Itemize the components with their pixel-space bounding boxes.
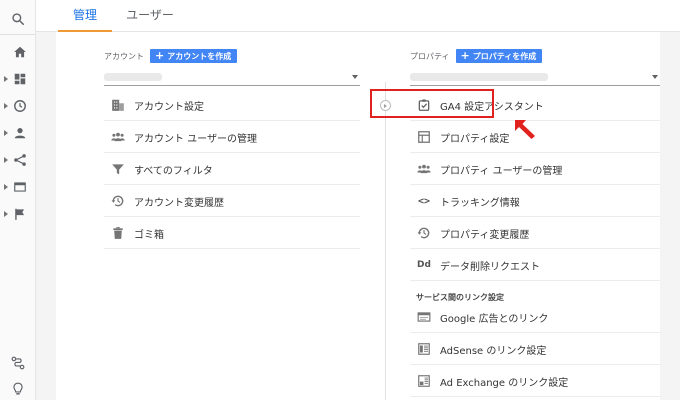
highlight-box: [370, 89, 494, 118]
tracking-info-item[interactable]: <> トラッキング情報: [410, 186, 660, 217]
item-label: データ削除リクエスト: [440, 261, 540, 273]
data-deletion-request-item[interactable]: Dd データ削除リクエスト: [410, 250, 660, 281]
dropdown-arrow-icon: [652, 75, 658, 79]
item-label: アカウント設定: [134, 101, 204, 113]
route-icon: [11, 356, 25, 370]
item-label: Google 広告とのリンク: [440, 313, 549, 325]
person-icon: [14, 128, 26, 139]
adsense-icon: [416, 341, 432, 357]
create-property-label: プロパティを作成: [472, 51, 537, 61]
code-icon: <>: [417, 195, 431, 207]
layout-icon: [416, 129, 432, 145]
account-column: アカウント + アカウントを作成 アカウント設定 アカウント ユーザーの管理 す…: [104, 32, 360, 400]
pointer-arrow-icon: [515, 120, 535, 139]
main-area: 管理 ユーザー アカウント + アカウントを作成 アカウント設定 アカウント ユ…: [36, 0, 680, 400]
tab-users[interactable]: ユーザー: [122, 0, 178, 32]
expand-caret-icon: [4, 157, 8, 163]
account-selector[interactable]: [104, 68, 360, 86]
property-change-history-item[interactable]: プロパティ変更履歴: [410, 218, 660, 249]
tab-admin[interactable]: 管理: [58, 0, 112, 32]
all-filters-item[interactable]: すべてのフィルタ: [104, 154, 360, 185]
account-settings-item[interactable]: アカウント設定: [104, 90, 360, 121]
nav-discover[interactable]: [0, 378, 36, 400]
left-nav: [0, 0, 36, 400]
item-label: アカウント ユーザーの管理: [134, 133, 257, 145]
plus-icon: +: [460, 49, 470, 62]
column-divider: [385, 82, 386, 400]
nav-conversions[interactable]: [0, 203, 36, 225]
ads-icon: [416, 309, 432, 325]
expand-caret-icon: [4, 184, 8, 190]
home-icon: [14, 46, 26, 58]
account-name-redacted: [104, 73, 162, 81]
trash-icon: [110, 225, 126, 241]
clock-icon: [14, 100, 26, 112]
admin-panel: アカウント + アカウントを作成 アカウント設定 アカウント ユーザーの管理 す…: [56, 32, 660, 400]
item-label: プロパティ ユーザーの管理: [440, 165, 563, 177]
history-icon: [416, 225, 432, 241]
property-header: プロパティ + プロパティを作成: [410, 48, 543, 64]
nav-home[interactable]: [0, 41, 36, 63]
item-label: ゴミ箱: [134, 229, 164, 241]
account-user-management-item[interactable]: アカウント ユーザーの管理: [104, 122, 360, 153]
dd-icon: Dd: [417, 260, 431, 270]
create-property-button[interactable]: + プロパティを作成: [455, 49, 543, 63]
account-change-history-item[interactable]: アカウント変更履歴: [104, 186, 360, 217]
nav-acquisition[interactable]: [0, 149, 36, 171]
item-label: すべてのフィルタ: [134, 165, 213, 177]
account-header: アカウント + アカウントを作成: [104, 48, 238, 64]
property-selector[interactable]: [410, 68, 660, 86]
nav-realtime[interactable]: [0, 95, 36, 117]
nav-audience[interactable]: [0, 122, 36, 144]
people-icon: [110, 129, 126, 145]
building-icon: [110, 97, 126, 113]
ad-exchange-link-item[interactable]: Ad Exchange のリンク設定: [410, 366, 660, 397]
share-icon: [14, 154, 26, 166]
nav-customization[interactable]: [0, 68, 36, 90]
property-label: プロパティ: [410, 51, 450, 61]
search-icon[interactable]: [11, 12, 25, 26]
account-label: アカウント: [104, 51, 144, 61]
google-ads-link-item[interactable]: Google 広告とのリンク: [410, 302, 660, 333]
expand-caret-icon: [4, 103, 8, 109]
plus-icon: +: [155, 49, 165, 62]
adsense-link-item[interactable]: AdSense のリンク設定: [410, 334, 660, 365]
display-icon: [14, 182, 26, 192]
tab-bar: 管理 ユーザー: [36, 0, 680, 32]
dropdown-arrow-icon: [352, 75, 358, 79]
item-label: プロパティ変更履歴: [440, 229, 530, 241]
flag-icon: [15, 208, 25, 220]
create-account-button[interactable]: + アカウントを作成: [150, 49, 238, 63]
item-label: Ad Exchange のリンク設定: [440, 377, 569, 389]
property-user-management-item[interactable]: プロパティ ユーザーの管理: [410, 154, 660, 185]
property-name-redacted: [410, 73, 548, 81]
trash-item[interactable]: ゴミ箱: [104, 218, 360, 249]
dashboard-icon: [14, 73, 26, 85]
item-label: プロパティ設定: [440, 133, 510, 145]
create-account-label: アカウントを作成: [167, 51, 232, 61]
lightbulb-icon: [13, 382, 23, 395]
expand-caret-icon: [4, 211, 8, 217]
nav-behavior[interactable]: [0, 176, 36, 198]
item-label: トラッキング情報: [440, 197, 520, 209]
item-label: アカウント変更履歴: [134, 197, 224, 209]
item-label: AdSense のリンク設定: [440, 345, 547, 357]
people-icon: [416, 161, 432, 177]
nav-divider: [0, 34, 36, 35]
history-icon: [110, 193, 126, 209]
expand-caret-icon: [4, 76, 8, 82]
property-column: プロパティ + プロパティを作成 GA4 設定アシスタント プロパティ設定 プロ…: [410, 32, 660, 400]
adexchange-icon: [416, 373, 432, 389]
filter-icon: [110, 161, 126, 177]
expand-caret-icon: [4, 130, 8, 136]
nav-attribution[interactable]: [0, 352, 36, 374]
